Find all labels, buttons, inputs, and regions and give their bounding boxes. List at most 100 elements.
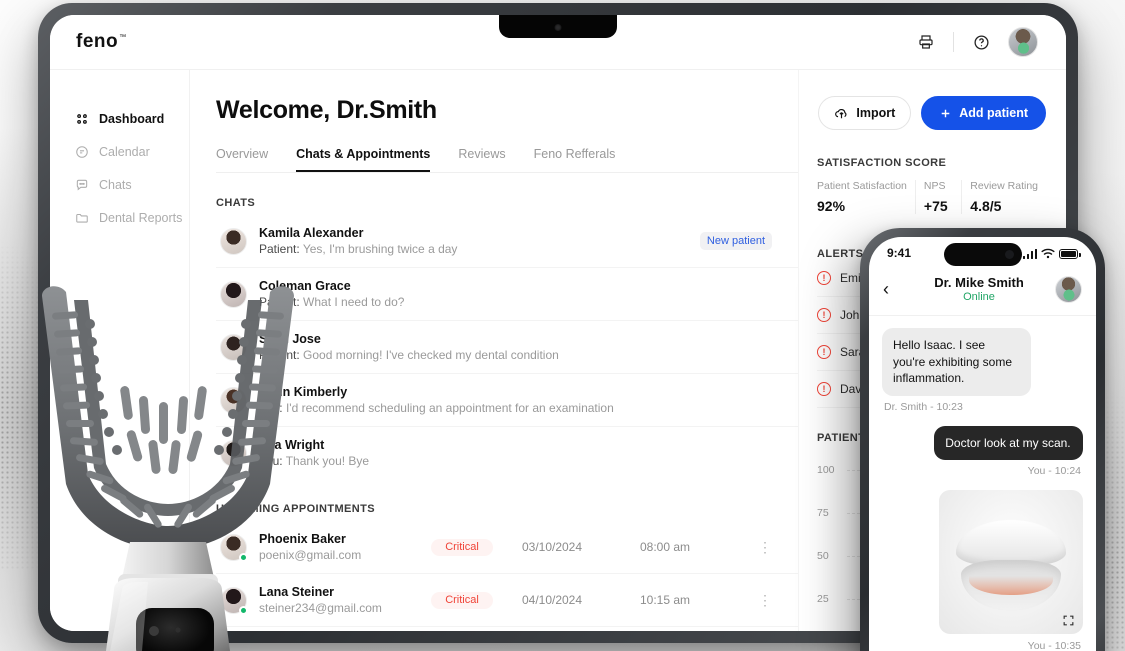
sidebar-item-label: Dental Reports [99, 210, 183, 225]
appointment-date: 03/10/2024 [521, 540, 583, 554]
folder-icon [74, 210, 89, 225]
phone-status-bar: 9:41 [869, 237, 1096, 269]
teeth-render [949, 504, 1073, 620]
import-button[interactable]: Import [818, 96, 912, 130]
alert-circle-icon: ! [817, 271, 831, 285]
row-menu-icon[interactable]: ⋮ [758, 593, 772, 607]
avatar[interactable] [1055, 275, 1082, 303]
page-title: Welcome, Dr.Smith [216, 96, 437, 124]
chart-y-tick: 50 [817, 550, 829, 562]
tab-feno-refferals[interactable]: Feno Refferals [534, 147, 616, 172]
topbar-actions [915, 27, 1038, 57]
topbar-divider [953, 32, 954, 52]
status-indicators [1022, 248, 1081, 259]
sidebar-item-label: Calendar [99, 144, 150, 159]
expand-icon[interactable] [1062, 614, 1075, 627]
score-value: 92% [817, 198, 846, 214]
tab-bar: Overview Chats & Appointments Reviews Fe… [216, 147, 798, 173]
sidebar-item-chats[interactable]: Chats [50, 168, 189, 201]
status-badge: Critical [431, 538, 493, 556]
rail-actions: Import Add patient [817, 96, 1046, 130]
tab-chats-appointments[interactable]: Chats & Appointments [296, 147, 431, 172]
calendar-icon [74, 144, 89, 159]
chats-section-title: CHATS [216, 197, 256, 209]
alert-circle-icon: ! [817, 345, 831, 359]
logo-trademark: ™ [119, 34, 127, 41]
import-label: Import [856, 106, 896, 120]
printer-icon[interactable] [915, 31, 937, 53]
chat-preview: Patient: Yes, I'm brushing twice a day [259, 242, 457, 256]
chat-title-block: Dr. Mike Smith Online [903, 275, 1055, 303]
score-review-rating: Review Rating 4.8/5 [961, 180, 1046, 214]
avatar [220, 227, 247, 255]
logo-text: feno [76, 31, 119, 52]
status-badge: New patient [699, 232, 772, 250]
add-patient-button[interactable]: Add patient [921, 96, 1046, 130]
battery-icon [1059, 248, 1081, 259]
sidebar-item-label: Chats [99, 177, 132, 192]
front-camera-icon [1004, 250, 1014, 259]
signal-bars-icon [1022, 248, 1037, 259]
chat-message: Yes, I'm brushing twice a day [302, 242, 458, 256]
satisfaction-score-title: SATISFACTION SCORE [817, 157, 947, 169]
alert-circle-icon: ! [817, 308, 831, 322]
avatar[interactable] [1008, 27, 1038, 57]
chat-message: I'd recommend scheduling an appointment … [285, 401, 614, 415]
sidebar-item-label: Dashboard [99, 111, 165, 126]
chat-online-status: Online [963, 291, 995, 303]
dynamic-island [943, 243, 1022, 266]
alert-circle-icon: ! [817, 382, 831, 396]
chat-bubble-icon [74, 177, 89, 192]
list-item[interactable]: Kamila Alexander Patient: Yes, I'm brush… [216, 215, 798, 268]
camera-lens-icon [554, 24, 562, 31]
message-bubble-incoming: Hello Isaac. I see you're exhibiting som… [882, 328, 1031, 396]
toothbrush-illustration [42, 286, 294, 651]
appointment-date: 04/10/2024 [521, 593, 583, 607]
score-label: NPS [923, 180, 946, 192]
score-label: Patient Satisfaction [817, 180, 907, 192]
score-value: +75 [923, 198, 948, 214]
back-chevron-icon[interactable]: ‹ [883, 280, 903, 298]
tab-overview[interactable]: Overview [216, 147, 268, 172]
score-nps: NPS +75 [914, 180, 961, 214]
feno-logo: feno™ [76, 31, 126, 53]
phone-screen: 9:41 ‹ Dr. Mike Smith Online Hello Isaac… [869, 237, 1096, 651]
tab-reviews[interactable]: Reviews [458, 147, 505, 172]
message-meta: You - 10:35 [1027, 640, 1081, 651]
phone-message-list: Hello Isaac. I see you're exhibiting som… [869, 316, 1096, 651]
score-label: Review Rating [970, 180, 1038, 192]
status-badge: Critical [431, 591, 493, 609]
screenshot-stage: feno™ Dashboard Calendar Chats Dental Re… [0, 0, 1125, 651]
chart-y-tick: 100 [817, 464, 835, 476]
chat-message: Good morning! I've checked my dental con… [303, 348, 559, 362]
chat-contact-name: Dr. Mike Smith [934, 275, 1024, 290]
chat-text: Kamila Alexander Patient: Yes, I'm brush… [259, 226, 457, 256]
help-circle-icon[interactable] [970, 31, 992, 53]
chat-message: What I need to do? [303, 295, 405, 309]
feno-toothbrush-product-image [18, 278, 318, 651]
sidebar-item-dental-reports[interactable]: Dental Reports [50, 201, 189, 234]
appointment-time: 10:15 am [639, 593, 691, 607]
chat-name: Kamila Alexander [259, 226, 364, 240]
message-meta: Dr. Smith - 10:23 [884, 400, 963, 413]
row-menu-icon[interactable]: ⋮ [758, 540, 772, 554]
satisfaction-score-group: Patient Satisfaction 92% NPS +75 Review … [817, 180, 1046, 214]
score-value: 4.8/5 [970, 198, 1002, 214]
add-patient-label: Add patient [959, 106, 1028, 120]
phone-chat-header: ‹ Dr. Mike Smith Online [869, 269, 1096, 316]
chart-y-tick: 25 [817, 593, 829, 605]
message-bubble-outgoing: Doctor look at my scan. [934, 425, 1083, 461]
message-meta: You - 10:24 [1027, 465, 1081, 478]
chart-y-tick: 75 [817, 507, 829, 519]
appointment-time: 08:00 am [639, 540, 691, 554]
sidebar-item-calendar[interactable]: Calendar [50, 135, 189, 168]
grid-icon [74, 111, 89, 126]
phone-device: 9:41 ‹ Dr. Mike Smith Online Hello Isaac… [860, 228, 1105, 651]
dental-scan-image[interactable] [939, 490, 1083, 635]
score-patient-satisfaction: Patient Satisfaction 92% [817, 180, 915, 214]
status-time: 9:41 [887, 246, 912, 260]
wifi-icon [1041, 248, 1055, 258]
chat-prefix: Patient: [259, 242, 300, 256]
sidebar-item-dashboard[interactable]: Dashboard [50, 102, 189, 135]
tablet-camera-notch [499, 15, 617, 38]
